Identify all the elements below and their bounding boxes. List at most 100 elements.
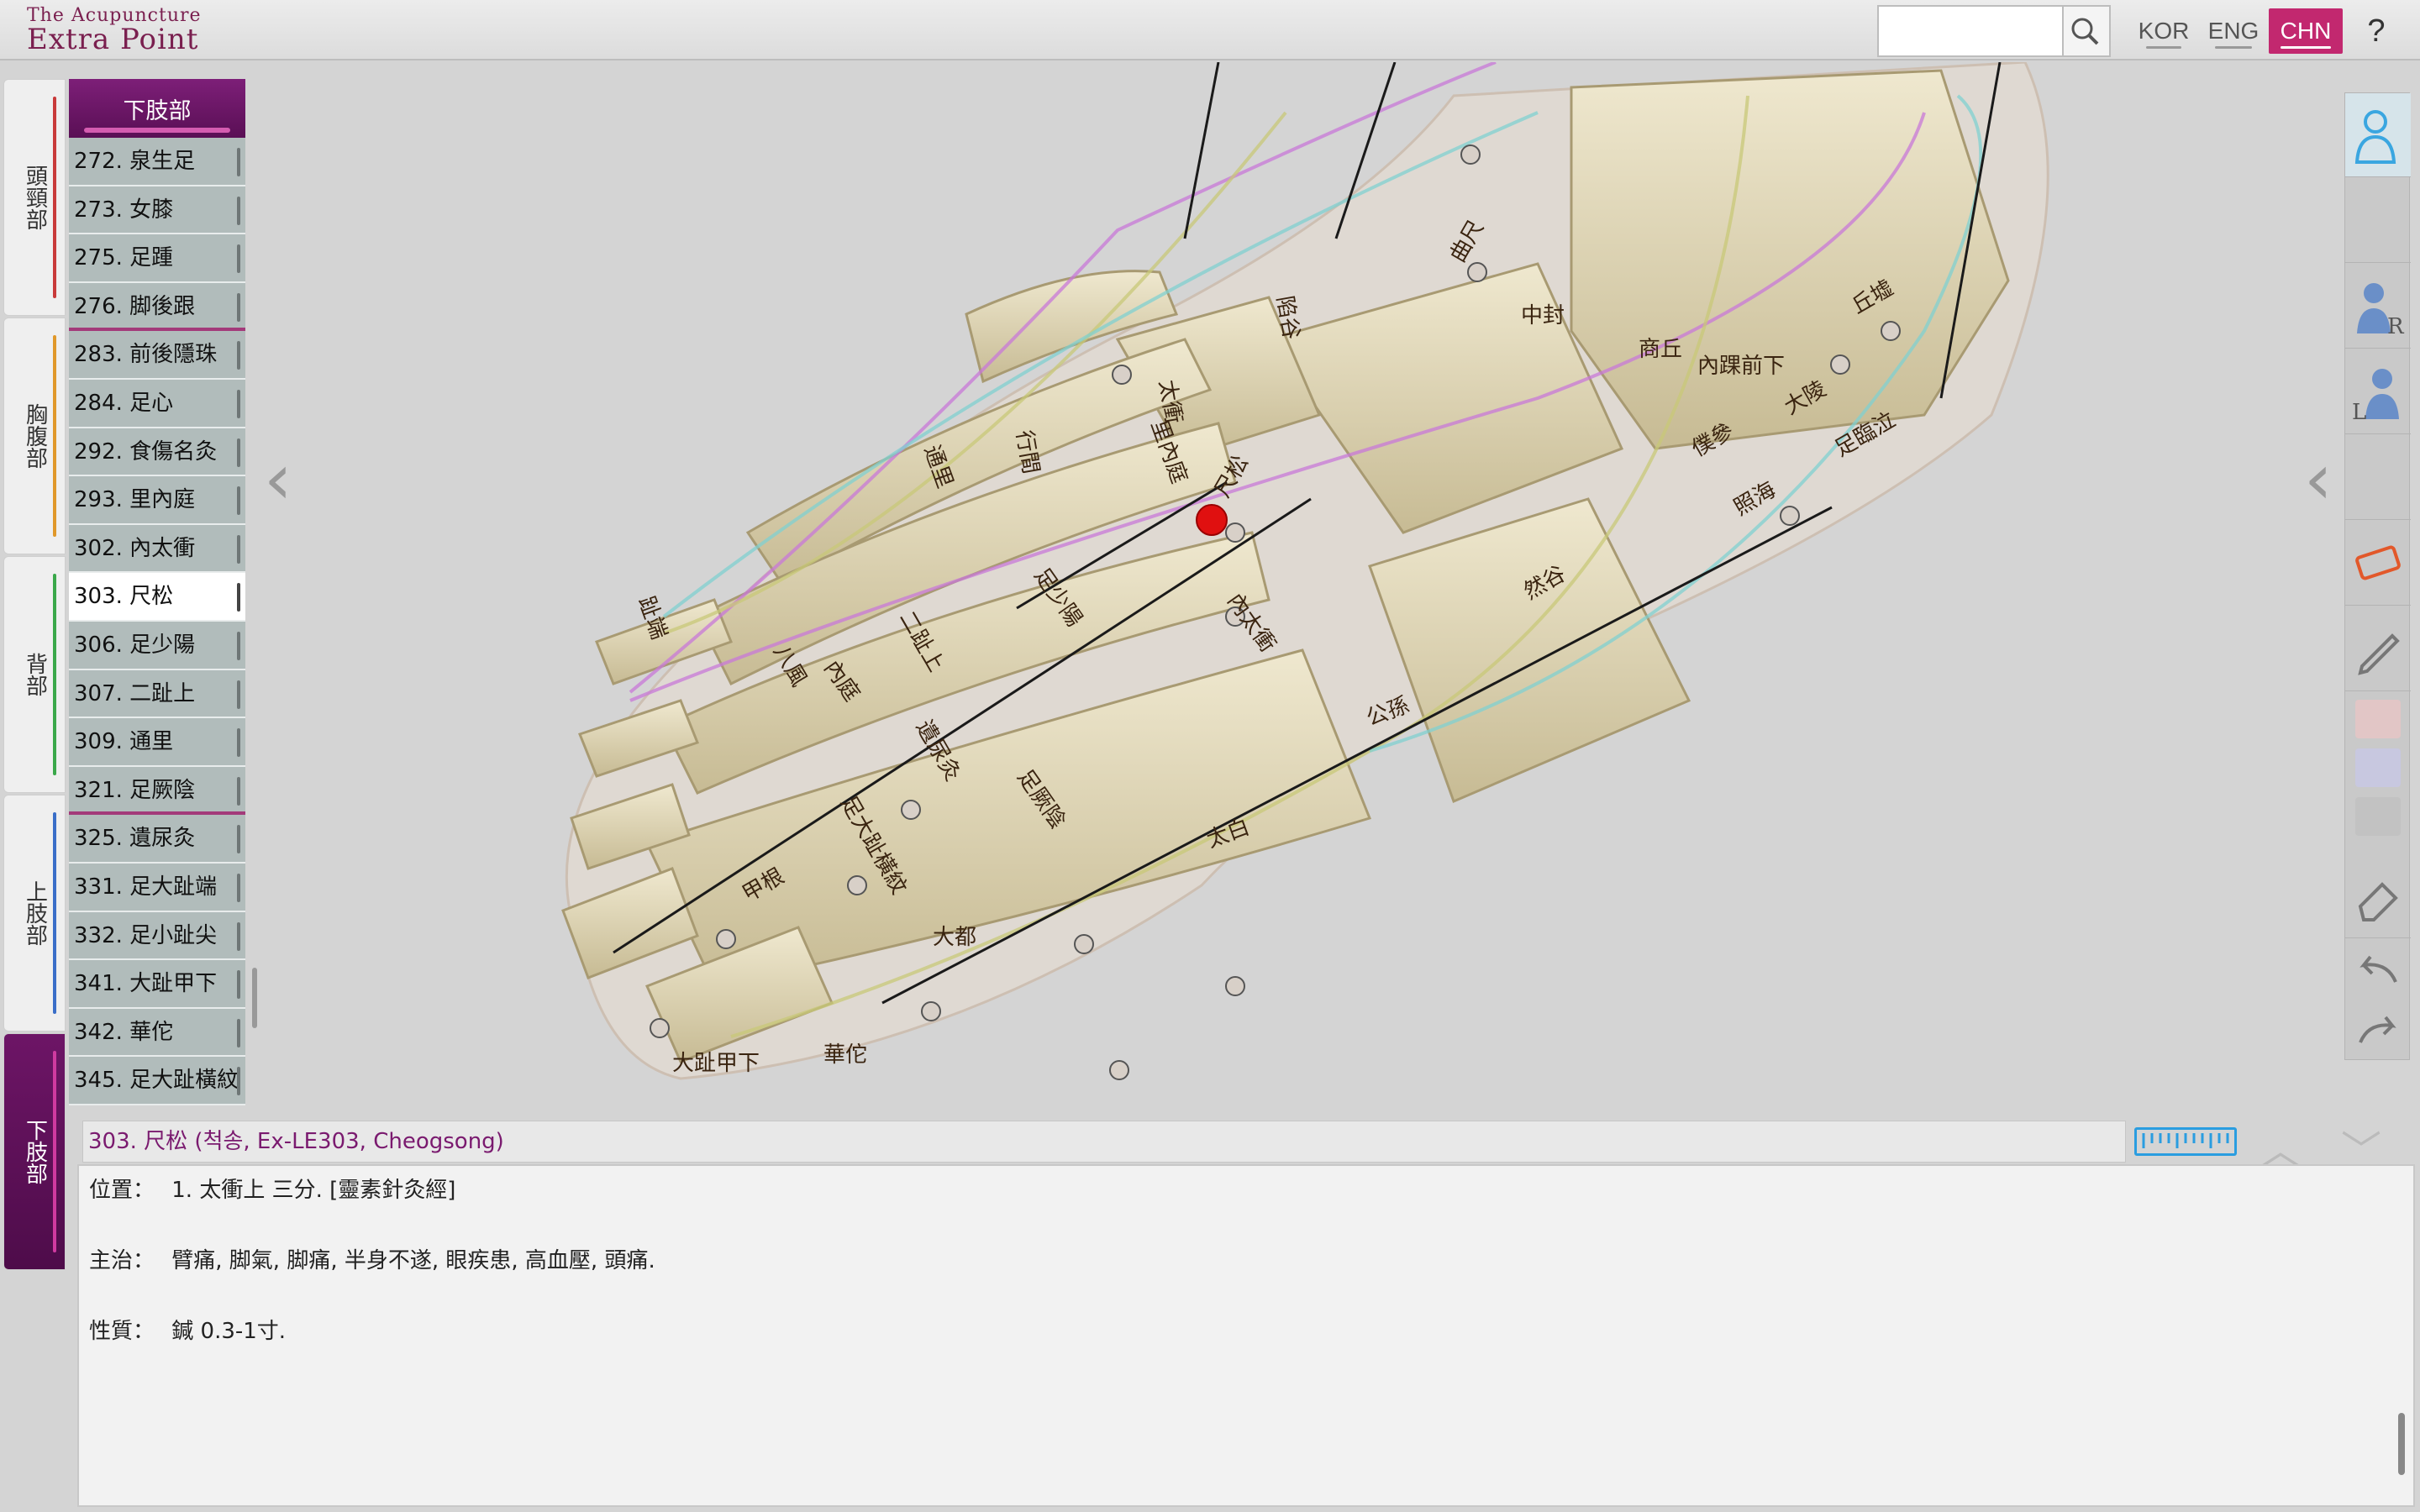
nature-label: 性質： xyxy=(89,1319,155,1344)
pen-tool-button[interactable] xyxy=(2345,607,2411,691)
list-item-grip xyxy=(237,341,240,370)
list-item[interactable]: 331. 足大趾端 xyxy=(69,863,245,912)
list-header-title: 下肢部 xyxy=(123,98,192,124)
list-item[interactable]: 272. 泉生足 xyxy=(69,138,245,186)
search-button[interactable] xyxy=(2064,5,2111,57)
view-left-side-button[interactable]: L xyxy=(2345,350,2411,434)
view-person-button[interactable] xyxy=(2345,93,2411,177)
logo-line2: Extra Point xyxy=(27,23,199,56)
list-item[interactable]: 275. 足踵 xyxy=(69,234,245,283)
tab-lower-limb[interactable]: 下肢部 xyxy=(3,1033,66,1270)
position-row: 位置： 1. 太衝上 三分. [靈素針灸經] xyxy=(89,1173,455,1204)
viewer-left-arrow[interactable]: ‹ xyxy=(264,444,292,514)
list-item[interactable]: 284. 足心 xyxy=(69,379,245,428)
search-icon xyxy=(2071,18,2099,45)
right-side-person-icon: R xyxy=(2357,283,2405,339)
tab-chest-abdomen[interactable]: 胸腹部 xyxy=(3,318,66,554)
app-logo: The Acupuncture Extra Point xyxy=(27,7,202,56)
color-swatch-lavender[interactable] xyxy=(2355,748,2401,787)
color-swatch-pink[interactable] xyxy=(2355,700,2401,738)
view-right-side-button[interactable]: R xyxy=(2345,265,2411,349)
list-item-grip xyxy=(237,728,240,758)
list-item-label: 331. 足大趾端 xyxy=(74,874,218,900)
lang-eng-label: ENG xyxy=(2207,18,2260,44)
ruler-icon[interactable] xyxy=(2134,1127,2237,1156)
list-item-label: 325. 遺尿灸 xyxy=(74,826,196,852)
list-header: 下肢部 xyxy=(69,79,245,138)
help-button[interactable]: ? xyxy=(2353,5,2400,57)
list-item-grip xyxy=(237,921,240,951)
name-tag-button[interactable] xyxy=(2345,522,2411,606)
list-item[interactable]: 309. 通里 xyxy=(69,718,245,767)
redo-icon xyxy=(2359,1016,2396,1043)
list-scrollbar[interactable] xyxy=(252,968,257,1028)
list-item-label: 284. 足心 xyxy=(74,390,174,416)
lang-chn-button[interactable]: CHN xyxy=(2269,8,2343,54)
list-item-grip xyxy=(237,776,240,806)
blank-tool-button[interactable] xyxy=(2345,179,2411,263)
list-item-grip xyxy=(237,292,240,322)
tab-back[interactable]: 背部 xyxy=(3,556,66,793)
list-item[interactable]: 321. 足厥陰 xyxy=(69,766,245,816)
list-item-label: 283. 前後隱珠 xyxy=(74,342,218,368)
list-item[interactable]: 276. 脚後跟 xyxy=(69,282,245,332)
tab-color-bar xyxy=(53,335,56,537)
list-item[interactable]: 332. 足小趾尖 xyxy=(69,911,245,961)
list-item-label: 293. 里內庭 xyxy=(74,487,196,513)
list-item[interactable]: 293. 里內庭 xyxy=(69,476,245,525)
viewer-label: 商丘 xyxy=(1639,337,1682,362)
list-item[interactable]: 283. 前後隱珠 xyxy=(69,331,245,380)
tab-color-bar xyxy=(53,812,56,1014)
eraser-tool-button[interactable] xyxy=(2345,854,2411,938)
list-item[interactable]: 273. 女膝 xyxy=(69,186,245,235)
svg-text:L: L xyxy=(2352,400,2366,425)
point-list: 272. 泉生足 273. 女膝 275. 足踵 276. 脚後跟 283. 前… xyxy=(69,138,245,1107)
viewer-label: 中封 xyxy=(1521,303,1565,328)
list-item[interactable]: 306. 足少陽 xyxy=(69,621,245,670)
list-item[interactable]: 307. 二趾上 xyxy=(69,669,245,719)
lang-kor-button[interactable]: KOR xyxy=(2134,8,2193,54)
position-text: 1. 太衝上 三分. [靈素針灸經] xyxy=(171,1178,456,1203)
list-item[interactable]: 325. 遺尿灸 xyxy=(69,815,245,864)
search-input[interactable] xyxy=(1877,5,2064,57)
tab-upper-limb[interactable]: 上肢部 xyxy=(3,795,66,1032)
detail-scrollbar[interactable] xyxy=(2398,1413,2405,1475)
list-item[interactable]: 302. 內太衝 xyxy=(69,524,245,574)
list-item-grip xyxy=(237,1067,240,1096)
lang-chn-label: CHN xyxy=(2280,18,2332,44)
list-item-label: 306. 足少陽 xyxy=(74,632,196,658)
selected-acupoint-marker[interactable] xyxy=(1196,504,1228,536)
tab-head-neck[interactable]: 頭頸部 xyxy=(3,79,66,316)
list-item-grip xyxy=(237,148,240,176)
position-label: 位置： xyxy=(89,1178,155,1203)
list-item-label: 332. 足小趾尖 xyxy=(74,922,218,948)
tab-chest-abdomen-label: 胸腹部 xyxy=(22,403,48,469)
tab-back-label: 背部 xyxy=(22,653,48,696)
list-item-label: 276. 脚後跟 xyxy=(74,293,196,319)
list-item[interactable]: 345. 足大趾橫紋 xyxy=(69,1057,245,1105)
redo-button[interactable] xyxy=(2345,1000,2411,1059)
list-item-grip xyxy=(237,389,240,418)
tab-head-neck-label: 頭頸部 xyxy=(22,165,48,230)
foot-3d-viewer[interactable]: 尺松 內太衝 足少陽 二趾上 足厥陰 遺尿灸 足大趾橫紋 甲根 大趾甲下 華佗 … xyxy=(277,62,2328,1112)
color-swatch-gray[interactable] xyxy=(2355,797,2401,836)
eraser-icon xyxy=(2358,882,2398,921)
blank-tool-button[interactable] xyxy=(2345,436,2411,520)
nature-text: 鍼 0.3-1寸. xyxy=(171,1319,287,1344)
list-item[interactable]: 292. 食傷名灸 xyxy=(69,428,245,477)
viewer-right-arrow[interactable]: ‹ xyxy=(2304,444,2333,514)
list-item[interactable]: 341. 大趾甲下 xyxy=(69,960,245,1009)
list-item-grip xyxy=(237,534,240,564)
indication-text: 臂痛, 脚氣, 脚痛, 半身不遂, 眼疾患, 高血壓, 頭痛. xyxy=(171,1248,655,1273)
point-detail-title: 303. 尺松 (척송, Ex-LE303, Cheogsong) xyxy=(82,1121,2126,1163)
list-item-selected[interactable]: 303. 尺松 xyxy=(69,573,245,622)
list-item-label: 345. 足大趾橫紋 xyxy=(74,1068,239,1094)
list-item[interactable]: 342. 華佗 xyxy=(69,1008,245,1058)
lang-eng-button[interactable]: ENG xyxy=(2203,8,2264,54)
list-item-label: 273. 女膝 xyxy=(74,197,174,223)
list-item-grip xyxy=(237,970,240,1000)
list-item-label: 292. 食傷名灸 xyxy=(74,438,218,465)
person-icon xyxy=(2354,110,2396,164)
lang-kor-label: KOR xyxy=(2138,18,2190,44)
list-item-grip xyxy=(237,583,240,612)
